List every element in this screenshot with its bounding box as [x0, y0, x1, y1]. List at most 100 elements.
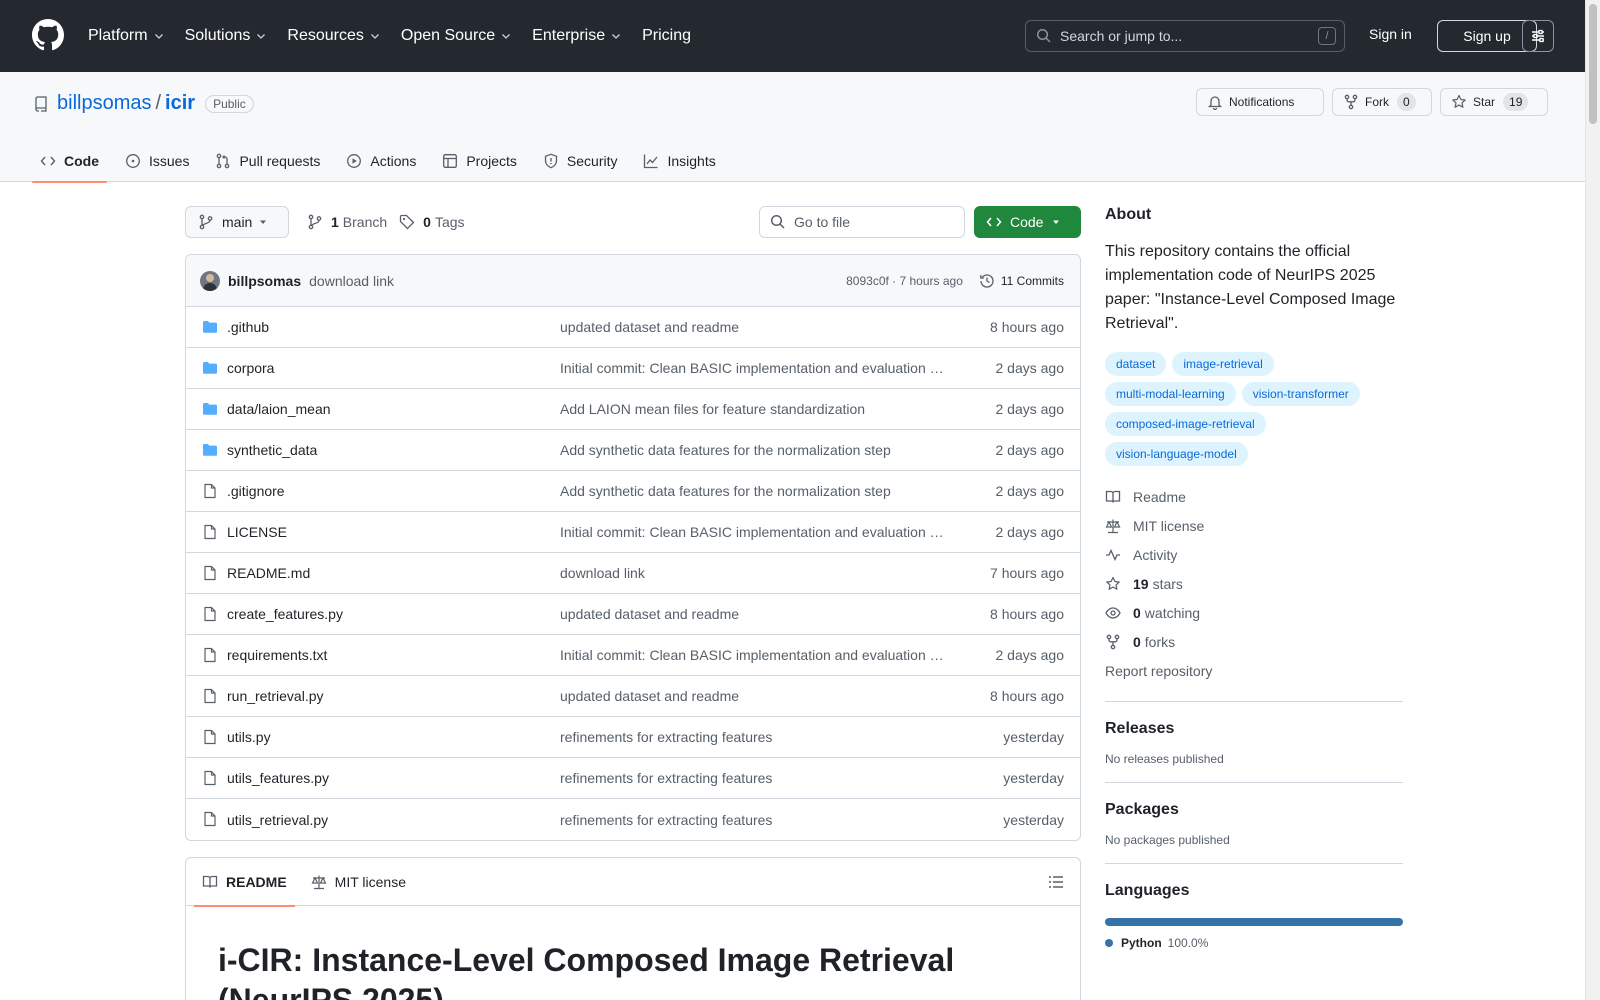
list-unordered-icon[interactable] — [1048, 874, 1064, 890]
commit-author-link[interactable]: billpsomas — [228, 273, 301, 289]
file-name-link[interactable]: utils.py — [227, 729, 271, 745]
nav-platform[interactable]: Platform — [88, 27, 165, 45]
file-commit-link[interactable]: updated dataset and readme — [560, 606, 945, 622]
topic-tag[interactable]: vision-transformer — [1241, 382, 1360, 406]
file-time: 2 days ago — [995, 524, 1065, 540]
file-row[interactable]: create_features.py updated dataset and re… — [186, 594, 1080, 635]
topic-tag[interactable]: composed-image-retrieval — [1105, 412, 1266, 436]
file-commit-link[interactable]: Add LAION mean files for feature standar… — [560, 401, 945, 417]
license-tab[interactable]: MIT license — [303, 858, 414, 906]
file-row[interactable]: utils_retrieval.py refinements for extrac… — [186, 799, 1080, 840]
file-commit-link[interactable]: Initial commit: Clean BASIC implementati… — [560, 524, 945, 540]
file-name-link[interactable]: .github — [227, 319, 269, 335]
file-name-link[interactable]: utils_retrieval.py — [227, 812, 328, 828]
file-row[interactable]: corpora Initial commit: Clean BASIC imple… — [186, 348, 1080, 389]
file-name-link[interactable]: .gitignore — [227, 483, 285, 499]
page-scrollbar[interactable] — [1585, 0, 1600, 1000]
releases-heading[interactable]: Releases — [1105, 720, 1403, 738]
file-name-link[interactable]: create_features.py — [227, 606, 343, 622]
nav-resources[interactable]: Resources — [287, 27, 380, 45]
file-commit-link[interactable]: updated dataset and readme — [560, 319, 945, 335]
go-to-file-input[interactable]: Go to file — [759, 206, 965, 238]
commit-hash-time[interactable]: 8093c0f · 7 hours ago — [846, 274, 963, 288]
scrollbar-thumb[interactable] — [1589, 4, 1597, 124]
nav-pricing[interactable]: Pricing — [642, 27, 691, 45]
file-row[interactable]: LICENSE Initial commit: Clean BASIC imple… — [186, 512, 1080, 553]
stars-link[interactable]: 19 stars — [1105, 569, 1403, 598]
watching-link[interactable]: 0 watching — [1105, 598, 1403, 627]
tab-pull-requests[interactable]: Pull requests — [207, 140, 328, 182]
nav-solutions[interactable]: Solutions — [185, 27, 268, 45]
tags-link[interactable]: 0 Tags — [399, 214, 465, 230]
file-name-link[interactable]: run_retrieval.py — [227, 688, 324, 704]
repo-name-link[interactable]: icir — [165, 92, 195, 115]
topic-tag[interactable]: dataset — [1105, 352, 1167, 376]
commits-history-link[interactable]: 11 Commits — [979, 273, 1064, 289]
topic-tag[interactable]: vision-language-model — [1105, 442, 1248, 466]
branch-select-button[interactable]: main — [185, 206, 289, 238]
file-commit-link[interactable]: download link — [560, 565, 945, 581]
file-row[interactable]: utils_features.py refinements for extract… — [186, 758, 1080, 799]
file-toolbar: main 1 Branch 0 Tags Go to file Code — [185, 206, 1081, 238]
forks-link[interactable]: 0 forks — [1105, 627, 1403, 656]
report-repository-link[interactable]: Report repository — [1105, 656, 1403, 685]
file-row[interactable]: .gitignore Add synthetic data features fo… — [186, 471, 1080, 512]
file-row[interactable]: utils.py refinements for extracting featu… — [186, 717, 1080, 758]
file-row[interactable]: synthetic_data Add synthetic data feature… — [186, 430, 1080, 471]
global-search-input[interactable]: Search or jump to... / — [1025, 20, 1345, 52]
license-link[interactable]: MIT license — [1105, 511, 1403, 540]
file-row[interactable]: requirements.txt Initial commit: Clean BA… — [186, 635, 1080, 676]
tab-code[interactable]: Code — [32, 140, 107, 183]
eye-icon — [1105, 606, 1121, 619]
tab-issues[interactable]: Issues — [117, 140, 197, 182]
file-name-link[interactable]: requirements.txt — [227, 647, 327, 663]
file-row[interactable]: .github updated dataset and readme 8 hours… — [186, 307, 1080, 348]
search-placeholder: Search or jump to... — [1060, 28, 1183, 44]
file-name-link[interactable]: LICENSE — [227, 524, 287, 540]
file-commit-link[interactable]: Add synthetic data features for the norm… — [560, 483, 945, 499]
language-item[interactable]: Python 100.0% — [1105, 936, 1403, 950]
file-commit-link[interactable]: Initial commit: Clean BASIC implementati… — [560, 647, 945, 663]
github-logo-icon[interactable] — [32, 19, 64, 51]
commit-message-link[interactable]: download link — [309, 273, 394, 289]
repo-owner-link[interactable]: billpsomas — [57, 92, 151, 115]
readme-link[interactable]: Readme — [1105, 482, 1403, 511]
topic-tag[interactable]: image-retrieval — [1172, 352, 1274, 376]
avatar[interactable] — [200, 270, 220, 291]
file-commit-link[interactable]: refinements for extracting features — [560, 770, 945, 786]
file-row[interactable]: run_retrieval.py updated dataset and read… — [186, 676, 1080, 717]
file-name-link[interactable]: corpora — [227, 360, 274, 376]
tab-security[interactable]: Security — [535, 140, 626, 182]
file-row[interactable]: README.md download link 7 hours ago — [186, 553, 1080, 594]
nav-open-source[interactable]: Open Source — [401, 27, 512, 45]
releases-section: Releases No releases published — [1105, 701, 1403, 766]
chevron-down-icon — [370, 34, 379, 39]
tab-projects[interactable]: Projects — [434, 140, 525, 182]
file-name-link[interactable]: data/laion_mean — [227, 401, 331, 417]
file-commit-link[interactable]: Add synthetic data features for the norm… — [560, 442, 945, 458]
branches-link[interactable]: 1 Branch — [307, 214, 387, 230]
file-name-link[interactable]: synthetic_data — [227, 442, 317, 458]
notifications-button[interactable]: Notifications — [1196, 88, 1324, 116]
file-commit-link[interactable]: refinements for extracting features — [560, 729, 945, 745]
file-commit-link[interactable]: Initial commit: Clean BASIC implementati… — [560, 360, 945, 376]
topic-tag[interactable]: multi-modal-learning — [1105, 382, 1236, 406]
file-list: .github updated dataset and readme 8 hours… — [186, 307, 1080, 840]
tab-actions[interactable]: Actions — [338, 140, 424, 182]
file-name-link[interactable]: utils_features.py — [227, 770, 329, 786]
nav-enterprise[interactable]: Enterprise — [532, 27, 622, 45]
fork-button[interactable]: Fork 0 — [1332, 88, 1432, 116]
file-name-link[interactable]: README.md — [227, 565, 310, 581]
packages-heading[interactable]: Packages — [1105, 801, 1403, 819]
readme-tab[interactable]: README — [194, 858, 295, 907]
sign-in-link[interactable]: Sign in — [1369, 26, 1412, 42]
code-dropdown-button[interactable]: Code — [974, 206, 1081, 238]
activity-link[interactable]: Activity — [1105, 540, 1403, 569]
file-commit-link[interactable]: refinements for extracting features — [560, 812, 945, 828]
settings-menu-button[interactable] — [1522, 20, 1554, 52]
file-row[interactable]: data/laion_mean Add LAION mean files for … — [186, 389, 1080, 430]
file-commit-link[interactable]: updated dataset and readme — [560, 688, 945, 704]
tab-insights[interactable]: Insights — [635, 140, 723, 182]
star-button[interactable]: Star 19 — [1440, 88, 1548, 116]
file-icon — [204, 606, 216, 622]
